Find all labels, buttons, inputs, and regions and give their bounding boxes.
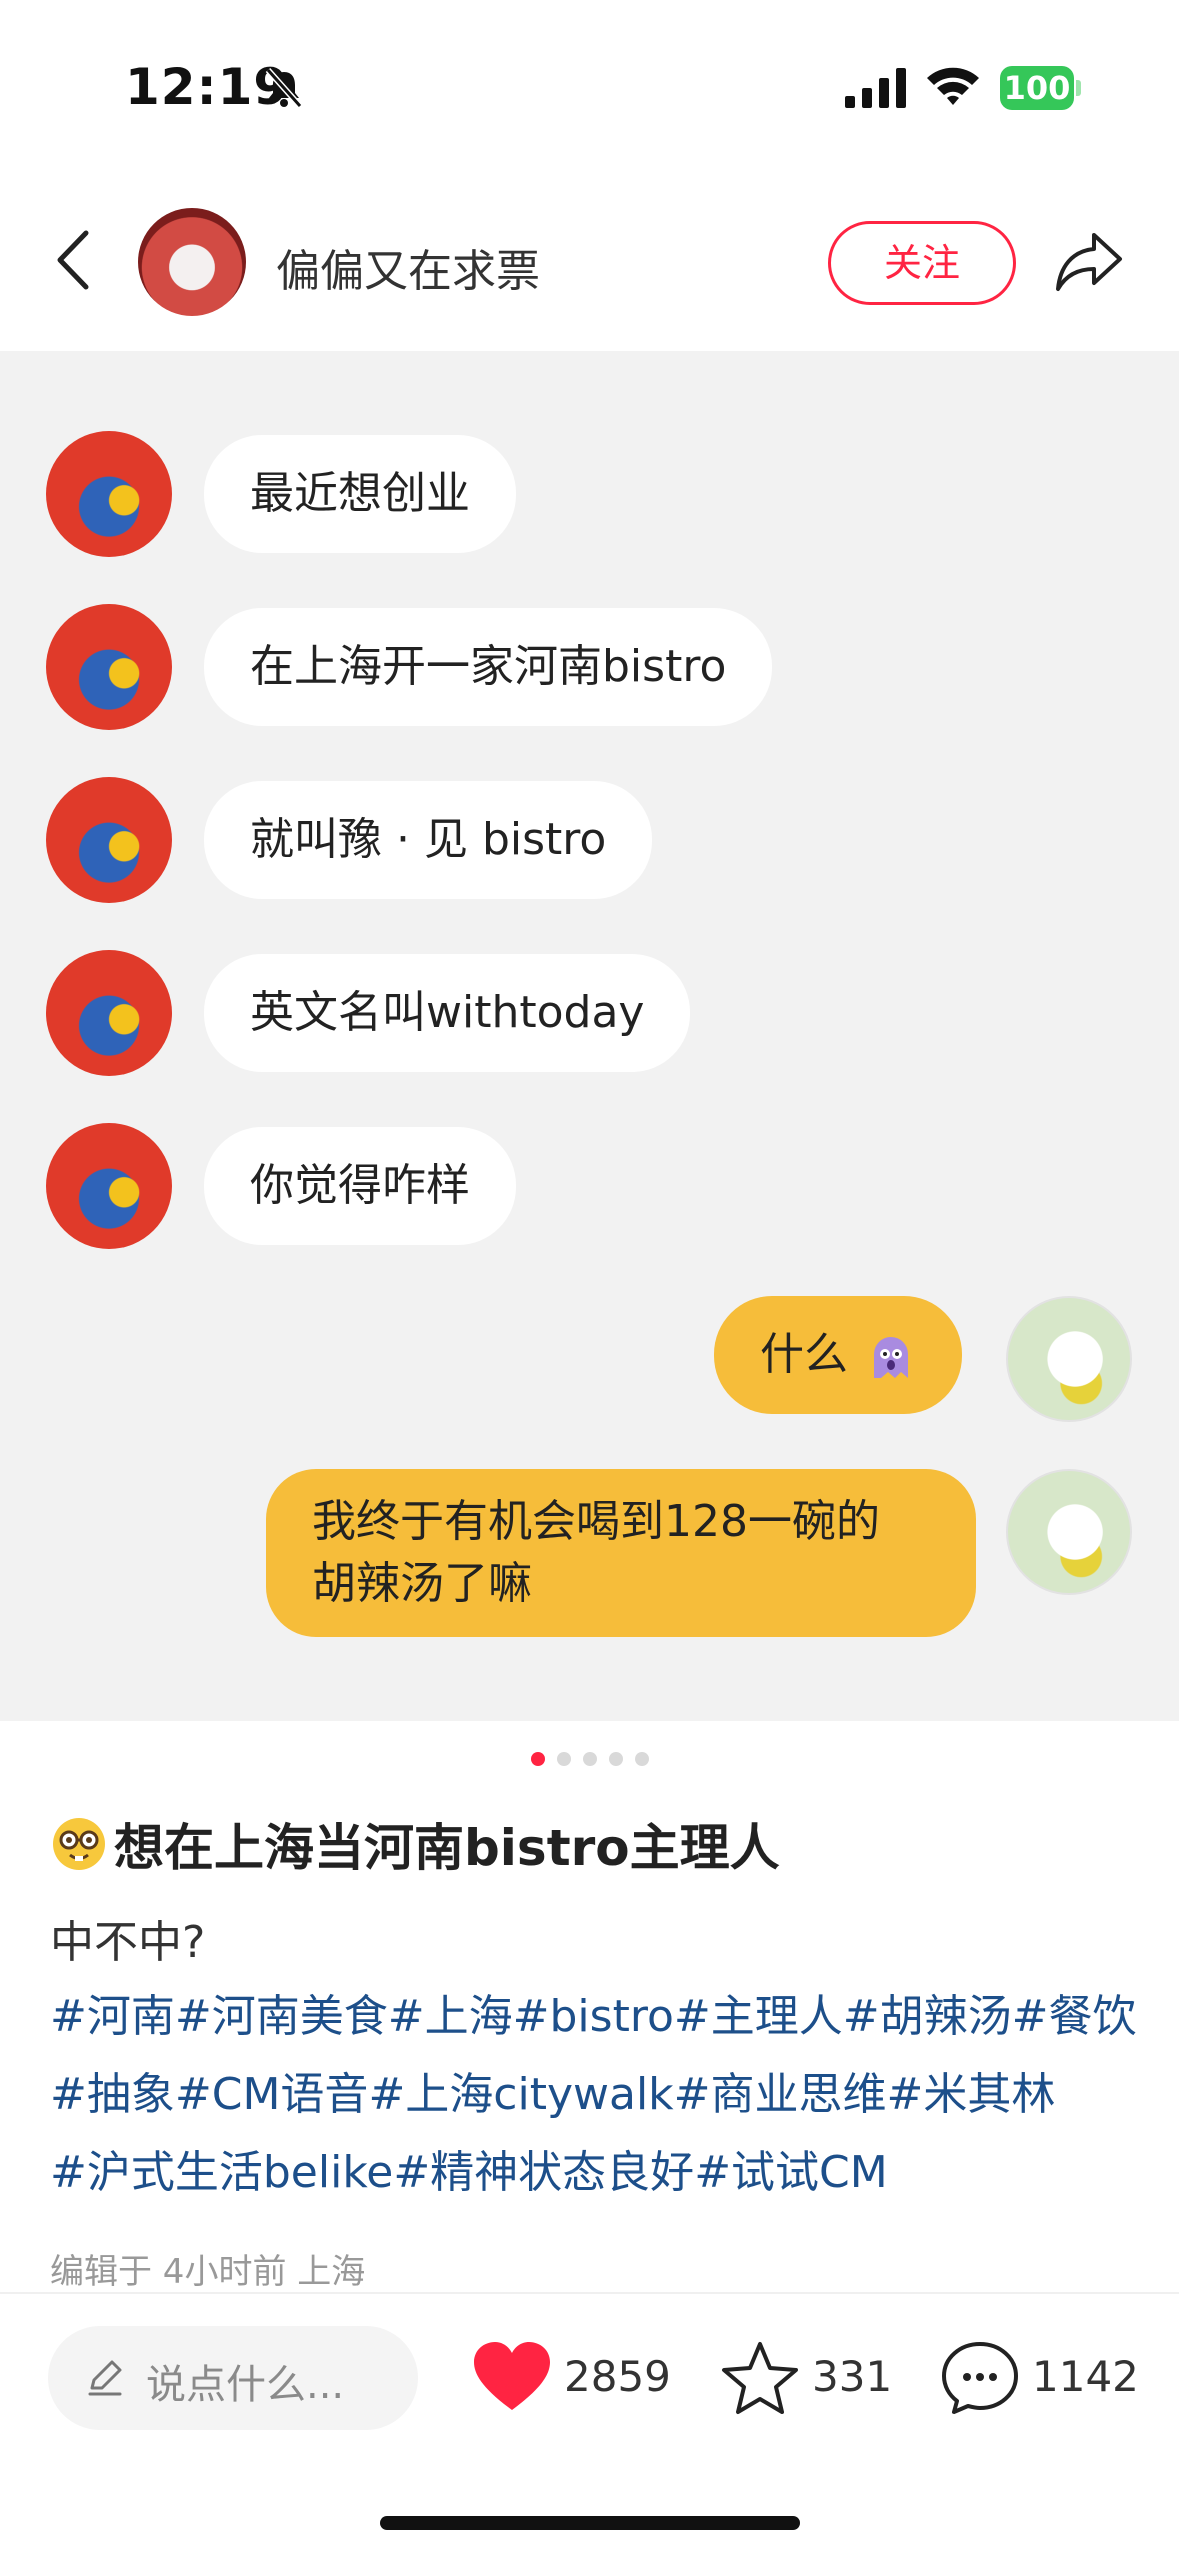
author-avatar[interactable]	[138, 208, 246, 316]
post-meta: 编辑于 4小时前 上海	[50, 2252, 366, 2292]
chat-bubble-text: 什么	[760, 1329, 848, 1380]
post-title: 想在上海当河南bistro主理人	[50, 1808, 780, 1880]
hashtag-link[interactable]: #河南美食	[175, 1991, 388, 2042]
comment-bubble-icon	[942, 2342, 1018, 2414]
comment-placeholder: 说点什么...	[146, 2362, 345, 2408]
follow-button[interactable]: 关注	[828, 221, 1016, 305]
hashtag-link[interactable]: #商业思维	[674, 2069, 887, 2120]
status-bar: 12:19 100	[0, 0, 1179, 175]
hashtag-link[interactable]: #米其林	[887, 2069, 1056, 2120]
chat-bubble: 在上海开一家河南bistro	[204, 608, 773, 726]
chat-bubble: 就叫豫 · 见 bistro	[204, 781, 653, 899]
heart-icon	[474, 2342, 550, 2410]
hashtag-link[interactable]: #主理人	[674, 1991, 843, 2042]
chat-bubble: 英文名叫withtoday	[204, 954, 691, 1072]
chat-bubble: 什么	[714, 1296, 962, 1414]
friend-avatar	[46, 431, 172, 557]
carousel-indicator	[0, 1752, 1179, 1768]
pencil-icon	[88, 2360, 122, 2396]
hashtag-link[interactable]: #精神状态良好	[393, 2147, 694, 2198]
back-icon[interactable]	[50, 227, 96, 293]
chat-bubble-line: 胡辣汤了嘛	[312, 1558, 532, 1609]
post-header: 偏偏又在求票 关注	[0, 175, 1179, 351]
carousel-dot	[556, 1752, 571, 1766]
chat-message-left: 最近想创业	[0, 429, 1179, 559]
wifi-icon	[927, 67, 979, 105]
battery-icon: 100	[1000, 66, 1081, 110]
hashtag-link[interactable]: #抽象	[50, 2069, 175, 2120]
favorite-count: 331	[812, 2352, 893, 2401]
chat-bubble-line: 我终于有机会喝到128一碗的	[312, 1496, 880, 1547]
hashtag-link[interactable]: #胡辣汤	[843, 1991, 1012, 2042]
comment-button[interactable]: 1142	[940, 2336, 1140, 2420]
hashtag-link[interactable]: #上海	[388, 1991, 513, 2042]
nerd-face-icon	[53, 1818, 105, 1870]
friend-avatar	[46, 777, 172, 903]
battery-level: 100	[1000, 66, 1074, 110]
favorite-button[interactable]: 331	[720, 2336, 900, 2420]
like-button[interactable]: 2859	[472, 2336, 672, 2420]
hashtag-link[interactable]: #试试CM	[694, 2147, 888, 2198]
chat-message-left: 你觉得咋样	[0, 1121, 1179, 1251]
star-icon	[722, 2342, 798, 2414]
chat-message-left: 就叫豫 · 见 bistro	[0, 775, 1179, 905]
carousel-dot	[608, 1752, 623, 1766]
chat-message-right: 我终于有机会喝到128一碗的 胡辣汤了嘛	[0, 1467, 1179, 1657]
hashtag-link[interactable]: #河南	[50, 1991, 175, 2042]
self-avatar	[1006, 1469, 1132, 1595]
battery-cap	[1076, 80, 1081, 96]
hashtag-link[interactable]: #CM语音	[175, 2069, 369, 2120]
chat-bubble: 我终于有机会喝到128一碗的 胡辣汤了嘛	[266, 1469, 976, 1637]
chat-bubble: 你觉得咋样	[204, 1127, 516, 1245]
hashtag-link[interactable]: #bistro	[513, 1991, 674, 2042]
ghost-emoji-icon	[874, 1337, 908, 1378]
like-count: 2859	[564, 2352, 671, 2401]
friend-avatar	[46, 604, 172, 730]
chat-message-left: 在上海开一家河南bistro	[0, 602, 1179, 732]
hashtag-link[interactable]: #上海citywalk	[368, 2069, 673, 2120]
friend-avatar	[46, 1123, 172, 1249]
carousel-dot	[634, 1752, 649, 1766]
chat-message-right: 什么	[0, 1294, 1179, 1424]
friend-avatar	[46, 950, 172, 1076]
comment-count: 1142	[1032, 2352, 1139, 2401]
carousel-dot-active	[530, 1752, 545, 1766]
self-avatar	[1006, 1296, 1132, 1422]
post-tags: #河南#河南美食#上海#bistro#主理人#胡辣汤#餐饮 #抽象#CM语音#上海…	[50, 1978, 1140, 2212]
chat-message-left: 英文名叫withtoday	[0, 948, 1179, 1078]
chat-bubble: 最近想创业	[204, 435, 516, 553]
bell-slash-icon	[265, 68, 303, 108]
post-body: 中不中?	[50, 1917, 206, 1968]
author-name[interactable]: 偏偏又在求票	[276, 235, 540, 299]
hashtag-link[interactable]: #沪式生活belike	[50, 2147, 393, 2198]
hashtag-link[interactable]: #餐饮	[1012, 1991, 1137, 2042]
divider	[0, 2292, 1179, 2294]
comment-input[interactable]: 说点什么...	[48, 2326, 418, 2430]
carousel-dot	[582, 1752, 597, 1766]
home-indicator[interactable]	[380, 2516, 800, 2530]
share-icon[interactable]	[1054, 227, 1126, 295]
signal-icon	[845, 68, 906, 108]
post-image-chat[interactable]: 最近想创业 在上海开一家河南bistro 就叫豫 · 见 bistro 英文名叫…	[0, 351, 1179, 1721]
post-title-text: 想在上海当河南bistro主理人	[114, 1819, 780, 1877]
